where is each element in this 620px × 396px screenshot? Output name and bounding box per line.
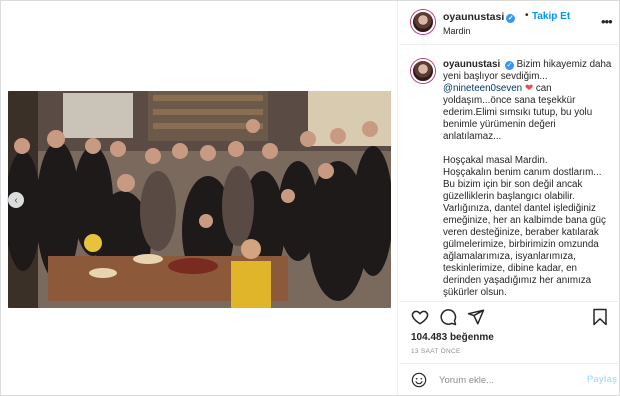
share-icon[interactable] bbox=[467, 308, 485, 326]
comment-input[interactable] bbox=[439, 373, 579, 387]
verified-icon: ✓ bbox=[506, 14, 516, 23]
heart-outline-icon[interactable] bbox=[411, 308, 429, 326]
chevron-left-icon[interactable]: ‹ bbox=[8, 192, 24, 208]
post-timestamp[interactable]: 13 SAAT ÖNCE bbox=[411, 348, 461, 355]
caption-avatar[interactable] bbox=[411, 59, 435, 83]
comment-bar: Paylaş bbox=[399, 363, 620, 395]
follow-button[interactable]: Takip Et bbox=[532, 11, 570, 22]
post-photo[interactable] bbox=[8, 91, 391, 308]
verified-icon: ✓ bbox=[504, 61, 514, 70]
caption: oyaunustasi ✓ Bizim hikayemiz daha yeni … bbox=[443, 59, 615, 299]
comment-icon[interactable] bbox=[439, 308, 457, 326]
action-bar bbox=[399, 301, 620, 331]
caption-text-4: Hoşçakalın benim canım dostlarım... Bu b… bbox=[443, 167, 606, 298]
group-photo-image bbox=[8, 91, 391, 308]
post-comment-button[interactable]: Paylaş bbox=[587, 374, 617, 385]
heart-emoji: ❤ bbox=[524, 83, 534, 94]
mention-link[interactable]: @nineteen0seven bbox=[443, 83, 522, 94]
caption-username[interactable]: oyaunustasi bbox=[443, 59, 500, 70]
post-dialog: ‹ oyaunustasi ✓ • Takip Et Mardin ••• oya… bbox=[0, 0, 620, 396]
separator-dot: • bbox=[525, 10, 529, 21]
photo-area: ‹ bbox=[1, 1, 398, 395]
caption-text-3: Hoşçakal masal Mardin. bbox=[443, 155, 548, 166]
bookmark-icon[interactable] bbox=[591, 308, 609, 326]
username-link[interactable]: oyaunustasi bbox=[443, 11, 504, 23]
location-link[interactable]: Mardin bbox=[443, 26, 471, 36]
post-header: oyaunustasi ✓ • Takip Et Mardin ••• bbox=[399, 1, 620, 45]
post-side-panel: oyaunustasi ✓ • Takip Et Mardin ••• oyaun… bbox=[399, 1, 620, 395]
more-icon[interactable]: ••• bbox=[601, 14, 613, 29]
emoji-icon[interactable] bbox=[411, 372, 427, 388]
likes-count[interactable]: 104.483 beğenme bbox=[411, 332, 494, 343]
avatar[interactable] bbox=[411, 10, 435, 34]
